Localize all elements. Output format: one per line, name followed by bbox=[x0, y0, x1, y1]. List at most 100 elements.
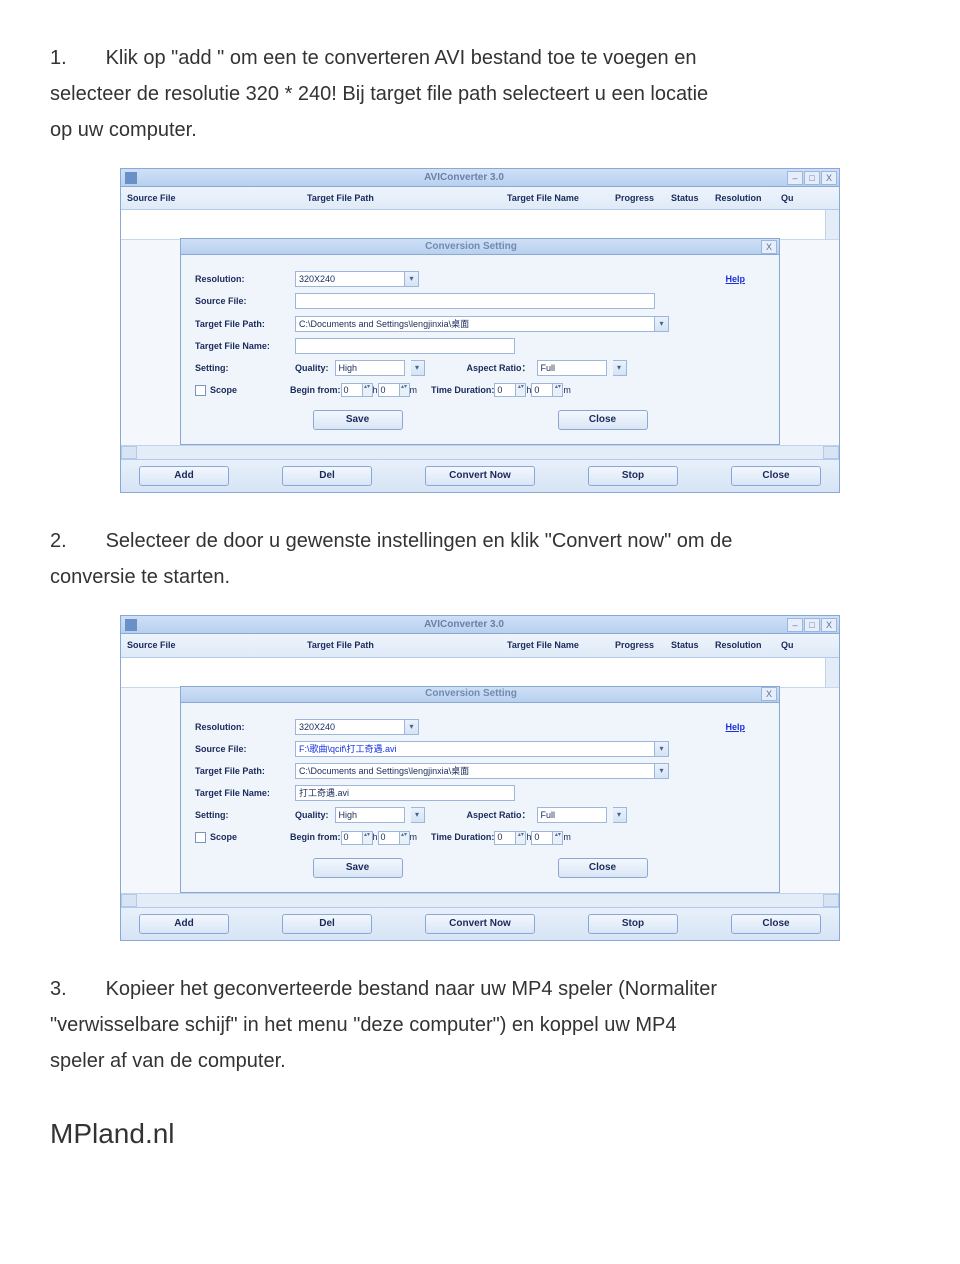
col-source: Source File bbox=[127, 190, 307, 206]
app-title: AVIConverter 3.0 bbox=[141, 616, 787, 634]
source-browse-icon[interactable]: ▾ bbox=[655, 741, 669, 757]
target-name-input[interactable]: 打工奇遇.avi bbox=[295, 785, 515, 801]
spinner-icon[interactable]: ▴▾ bbox=[516, 383, 526, 397]
source-file-input[interactable] bbox=[295, 293, 655, 309]
vertical-scrollbar[interactable] bbox=[825, 658, 839, 687]
spinner-icon[interactable]: ▴▾ bbox=[363, 383, 373, 397]
dur-h-input[interactable]: 0 bbox=[494, 383, 516, 397]
del-button[interactable]: Del bbox=[282, 914, 372, 934]
target-path-browse-icon[interactable]: ▾ bbox=[655, 763, 669, 779]
col-status: Status bbox=[671, 190, 715, 206]
step1-num: 1. bbox=[50, 40, 100, 76]
maximize-button[interactable]: □ bbox=[804, 618, 820, 632]
scope-checkbox[interactable] bbox=[195, 385, 206, 396]
minimize-button[interactable]: – bbox=[787, 171, 803, 185]
begin-m-input[interactable]: 0 bbox=[378, 831, 400, 845]
resolution-dropdown-icon[interactable]: ▾ bbox=[405, 719, 419, 735]
spinner-icon[interactable]: ▴▾ bbox=[553, 831, 563, 845]
del-button[interactable]: Del bbox=[282, 466, 372, 486]
col-quality: Qu bbox=[781, 190, 794, 206]
main-toolbar: Add Del Convert Now Stop Close bbox=[121, 907, 839, 940]
step3-num: 3. bbox=[50, 971, 100, 1007]
source-file-input[interactable]: F:\歌曲\qcif\打工奇遇.avi bbox=[295, 741, 655, 757]
begin-from-label: Begin from: bbox=[290, 382, 341, 398]
m-unit: m bbox=[563, 829, 571, 845]
screenshot-2: AVIConverter 3.0 – □ X Source File Targe… bbox=[120, 615, 840, 940]
spinner-icon[interactable]: ▴▾ bbox=[553, 383, 563, 397]
time-duration-label: Time Duration: bbox=[431, 382, 494, 398]
col-status: Status bbox=[671, 637, 715, 653]
target-path-input[interactable]: C:\Documents and Settings\lengjinxia\桌面 bbox=[295, 316, 655, 332]
target-path-input[interactable]: C:\Documents and Settings\lengjinxia\桌面 bbox=[295, 763, 655, 779]
scope-label: Scope bbox=[210, 829, 290, 845]
col-resolution: Resolution bbox=[715, 637, 781, 653]
spinner-icon[interactable]: ▴▾ bbox=[400, 831, 410, 845]
minimize-button[interactable]: – bbox=[787, 618, 803, 632]
aspect-dropdown-icon[interactable]: ▾ bbox=[613, 360, 627, 376]
begin-h-input[interactable]: 0 bbox=[341, 831, 363, 845]
target-path-browse-icon[interactable]: ▾ bbox=[655, 316, 669, 332]
col-target-name: Target File Name bbox=[507, 190, 615, 206]
close-button[interactable]: Close bbox=[558, 410, 648, 430]
dur-m-input[interactable]: 0 bbox=[531, 831, 553, 845]
add-button[interactable]: Add bbox=[139, 914, 229, 934]
close-app-button[interactable]: Close bbox=[731, 914, 821, 934]
close-window-button[interactable]: X bbox=[821, 618, 837, 632]
step1-line-b: selecteer de resolutie 320 * 240! Bij ta… bbox=[50, 83, 708, 105]
quality-dropdown-icon[interactable]: ▾ bbox=[411, 360, 425, 376]
dur-h-input[interactable]: 0 bbox=[494, 831, 516, 845]
spinner-icon[interactable]: ▴▾ bbox=[400, 383, 410, 397]
maximize-button[interactable]: □ bbox=[804, 171, 820, 185]
step2-line-b: conversie te starten. bbox=[50, 566, 230, 588]
dialog-title: Conversion Setting bbox=[181, 238, 761, 256]
begin-m-input[interactable]: 0 bbox=[378, 383, 400, 397]
m-unit: m bbox=[410, 382, 418, 398]
scope-checkbox[interactable] bbox=[195, 832, 206, 843]
resolution-dropdown-icon[interactable]: ▾ bbox=[405, 271, 419, 287]
column-headers: Source File Target File Path Target File… bbox=[121, 187, 839, 210]
spinner-icon[interactable]: ▴▾ bbox=[516, 831, 526, 845]
save-button[interactable]: Save bbox=[313, 858, 403, 878]
close-app-button[interactable]: Close bbox=[731, 466, 821, 486]
time-duration-label: Time Duration: bbox=[431, 829, 494, 845]
convert-now-button[interactable]: Convert Now bbox=[425, 914, 535, 934]
file-list bbox=[121, 210, 839, 240]
dur-m-input[interactable]: 0 bbox=[531, 383, 553, 397]
close-button[interactable]: Close bbox=[558, 858, 648, 878]
quality-input[interactable]: High bbox=[335, 360, 405, 376]
begin-h-input[interactable]: 0 bbox=[341, 383, 363, 397]
dialog-close-icon[interactable]: X bbox=[761, 687, 777, 701]
setting-label: Setting: bbox=[195, 807, 295, 823]
horizontal-scrollbar[interactable] bbox=[121, 893, 839, 907]
add-button[interactable]: Add bbox=[139, 466, 229, 486]
help-link[interactable]: Help bbox=[725, 719, 745, 735]
dialog-close-icon[interactable]: X bbox=[761, 240, 777, 254]
vertical-scrollbar[interactable] bbox=[825, 210, 839, 239]
spinner-icon[interactable]: ▴▾ bbox=[363, 831, 373, 845]
convert-now-button[interactable]: Convert Now bbox=[425, 466, 535, 486]
quality-input[interactable]: High bbox=[335, 807, 405, 823]
col-target-name: Target File Name bbox=[507, 637, 615, 653]
col-quality: Qu bbox=[781, 637, 794, 653]
col-source: Source File bbox=[127, 637, 307, 653]
resolution-input[interactable]: 320X240 bbox=[295, 271, 405, 287]
m-unit: m bbox=[410, 829, 418, 845]
help-link[interactable]: Help bbox=[725, 271, 745, 287]
horizontal-scrollbar[interactable] bbox=[121, 445, 839, 459]
col-target-path: Target File Path bbox=[307, 190, 507, 206]
m-unit: m bbox=[563, 382, 571, 398]
aspect-input[interactable]: Full bbox=[537, 807, 607, 823]
close-window-button[interactable]: X bbox=[821, 171, 837, 185]
target-name-input[interactable] bbox=[295, 338, 515, 354]
resolution-input[interactable]: 320X240 bbox=[295, 719, 405, 735]
step2-num: 2. bbox=[50, 523, 100, 559]
save-button[interactable]: Save bbox=[313, 410, 403, 430]
resolution-label: Resolution: bbox=[195, 271, 295, 287]
aspect-input[interactable]: Full bbox=[537, 360, 607, 376]
target-path-label: Target File Path: bbox=[195, 316, 295, 332]
quality-dropdown-icon[interactable]: ▾ bbox=[411, 807, 425, 823]
aspect-dropdown-icon[interactable]: ▾ bbox=[613, 807, 627, 823]
aspect-label: Aspect Ratio： bbox=[467, 360, 531, 376]
stop-button[interactable]: Stop bbox=[588, 914, 678, 934]
stop-button[interactable]: Stop bbox=[588, 466, 678, 486]
